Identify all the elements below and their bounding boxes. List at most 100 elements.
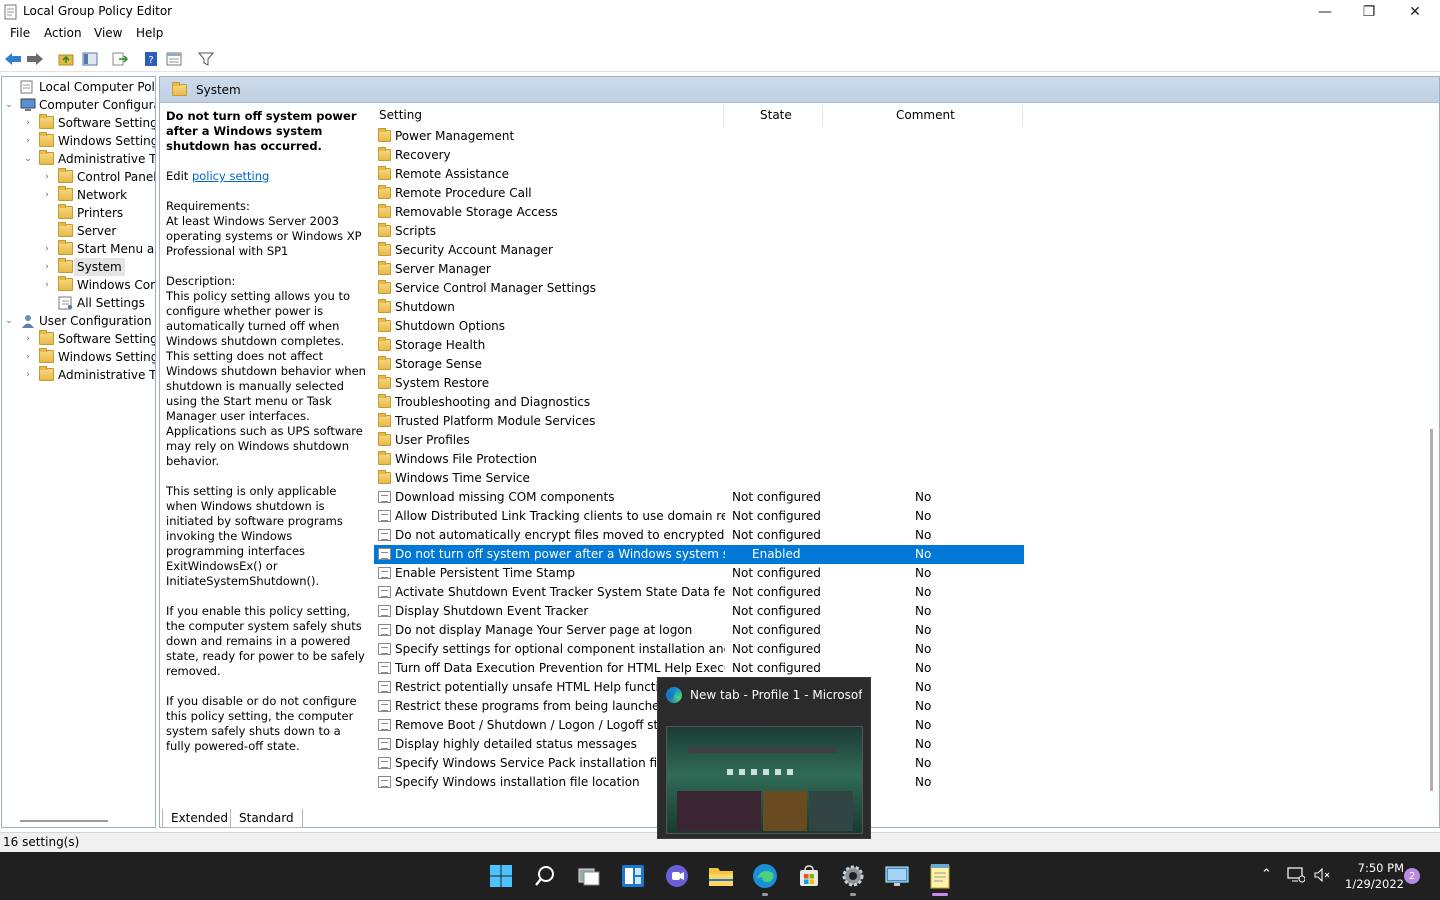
notification-badge[interactable]: 2 [1404, 868, 1420, 884]
tree-node[interactable]: › Software Settings [2, 330, 155, 348]
restore-button[interactable]: ❐ [1346, 0, 1392, 24]
tree-node[interactable]: › Windows Cor [2, 276, 155, 294]
volume-icon[interactable] [1313, 866, 1331, 888]
collapse-icon[interactable]: ⌄ [4, 96, 14, 114]
list-item-folder[interactable]: Power Management [374, 127, 1024, 146]
show-hide-tree-icon[interactable] [81, 50, 99, 68]
expand-icon[interactable]: › [42, 240, 52, 258]
search-icon[interactable] [531, 862, 559, 890]
tree-node[interactable]: ⌄ Administrative Te [2, 150, 155, 168]
expand-icon[interactable]: › [42, 258, 52, 276]
settings-icon[interactable] [839, 862, 867, 896]
close-button[interactable]: ✕ [1392, 0, 1438, 24]
list-item-folder[interactable]: Removable Storage Access [374, 203, 1024, 222]
tree-node[interactable]: › Control Panel [2, 168, 155, 186]
column-setting[interactable]: Setting [379, 108, 422, 122]
expand-icon[interactable]: › [23, 348, 33, 366]
expand-icon[interactable]: › [23, 114, 33, 132]
menu-help[interactable]: Help [136, 26, 163, 40]
tree-node[interactable]: › Windows Setting [2, 348, 155, 366]
table-row[interactable]: Activate Shutdown Event Tracker System S… [374, 583, 1024, 602]
table-row[interactable]: Download missing COM components Not confi… [374, 488, 1024, 507]
back-arrow-icon[interactable] [4, 50, 22, 68]
teams-chat-icon[interactable] [663, 862, 691, 890]
tab-standard[interactable]: Standard [230, 809, 303, 828]
expand-icon[interactable]: › [23, 366, 33, 384]
expand-icon[interactable]: › [42, 276, 52, 294]
list-item-folder[interactable]: Remote Assistance [374, 165, 1024, 184]
network-icon[interactable] [1287, 866, 1306, 888]
tree-node[interactable]: Local Computer Policy [2, 78, 155, 96]
list-item-folder[interactable]: Troubleshooting and Diagnostics [374, 393, 1024, 412]
horizontal-scrollbar[interactable] [20, 820, 108, 822]
table-row[interactable]: Specify settings for optional component … [374, 640, 1024, 659]
table-row[interactable]: Enable Persistent Time Stamp Not configur… [374, 564, 1024, 583]
list-item-folder[interactable]: Windows Time Service [374, 469, 1024, 488]
tree-node[interactable]: ⌄ User Configuration [2, 312, 155, 330]
column-divider[interactable] [723, 105, 724, 127]
forward-arrow-icon[interactable] [26, 50, 44, 68]
tree-node[interactable]: › Network [2, 186, 155, 204]
tree-node[interactable]: › Windows Setting [2, 132, 155, 150]
expand-icon[interactable]: › [42, 186, 52, 204]
tab-extended[interactable]: Extended [162, 809, 237, 828]
tree-node[interactable]: Printers [2, 204, 155, 222]
tree-node[interactable]: All Settings [2, 294, 155, 312]
expand-icon[interactable]: › [23, 330, 33, 348]
notepad-icon[interactable] [926, 862, 954, 896]
column-divider[interactable] [1022, 105, 1023, 127]
list-item-folder[interactable]: Scripts [374, 222, 1024, 241]
list-item-folder[interactable]: Security Account Manager [374, 241, 1024, 260]
remote-desktop-icon[interactable] [883, 862, 911, 890]
table-row[interactable]: Do not display Manage Your Server page a… [374, 621, 1024, 640]
system-clock[interactable]: 7:50 PM 1/29/2022 [1336, 860, 1404, 892]
table-row[interactable]: Display Shutdown Event Tracker Not config… [374, 602, 1024, 621]
expand-icon[interactable]: › [42, 168, 52, 186]
list-item-folder[interactable]: Recovery [374, 146, 1024, 165]
start-icon[interactable] [487, 862, 515, 890]
list-item-folder[interactable]: System Restore [374, 374, 1024, 393]
widgets-icon[interactable] [619, 862, 647, 890]
task-view-icon[interactable] [575, 862, 603, 890]
help-icon[interactable]: ? [142, 50, 160, 68]
list-item-folder[interactable]: Storage Sense [374, 355, 1024, 374]
properties-icon[interactable] [165, 50, 183, 68]
policy-setting-link[interactable]: policy setting [192, 169, 269, 183]
menu-view[interactable]: View [94, 26, 122, 40]
minimize-button[interactable]: — [1302, 0, 1348, 24]
tree-node[interactable]: › Administrative Te [2, 366, 155, 384]
table-row[interactable]: Do not automatically encrypt files moved… [374, 526, 1024, 545]
column-comment[interactable]: Comment [896, 108, 955, 122]
thumbnail-preview[interactable] [666, 726, 863, 834]
column-state[interactable]: State [760, 108, 792, 122]
table-row[interactable]: Turn off Data Execution Prevention for H… [374, 659, 1024, 678]
table-row[interactable]: Allow Distributed Link Tracking clients … [374, 507, 1024, 526]
list-item-folder[interactable]: Remote Procedure Call [374, 184, 1024, 203]
column-divider[interactable] [822, 105, 823, 127]
list-item-folder[interactable]: Server Manager [374, 260, 1024, 279]
tree-node[interactable]: › Start Menu ar [2, 240, 155, 258]
list-item-folder[interactable]: User Profiles [374, 431, 1024, 450]
tree-node[interactable]: ⌄ Computer Configura [2, 96, 155, 114]
up-folder-icon[interactable] [57, 50, 75, 68]
filter-icon[interactable] [197, 50, 215, 68]
list-item-folder[interactable]: Shutdown [374, 298, 1024, 317]
export-list-icon[interactable] [111, 50, 129, 68]
menu-file[interactable]: File [10, 26, 30, 40]
list-item-folder[interactable]: Windows File Protection [374, 450, 1024, 469]
list-item-folder[interactable]: Shutdown Options [374, 317, 1024, 336]
file-explorer-icon[interactable] [707, 862, 735, 890]
list-item-folder[interactable]: Storage Health [374, 336, 1024, 355]
list-item-folder[interactable]: Trusted Platform Module Services [374, 412, 1024, 431]
tree-node[interactable]: › System [2, 258, 155, 276]
chevron-up-icon[interactable]: ⌃ [1261, 867, 1272, 882]
expand-icon[interactable]: › [23, 132, 33, 150]
store-icon[interactable] [795, 862, 823, 890]
collapse-icon[interactable]: ⌄ [23, 150, 33, 168]
tree-node[interactable]: Server [2, 222, 155, 240]
menu-action[interactable]: Action [44, 26, 82, 40]
list-item-folder[interactable]: Service Control Manager Settings [374, 279, 1024, 298]
taskbar-thumbnail[interactable]: New tab - Profile 1 - Microsoft ... [657, 677, 871, 839]
vertical-scrollbar[interactable] [1430, 429, 1433, 791]
edge-icon[interactable] [751, 862, 779, 896]
